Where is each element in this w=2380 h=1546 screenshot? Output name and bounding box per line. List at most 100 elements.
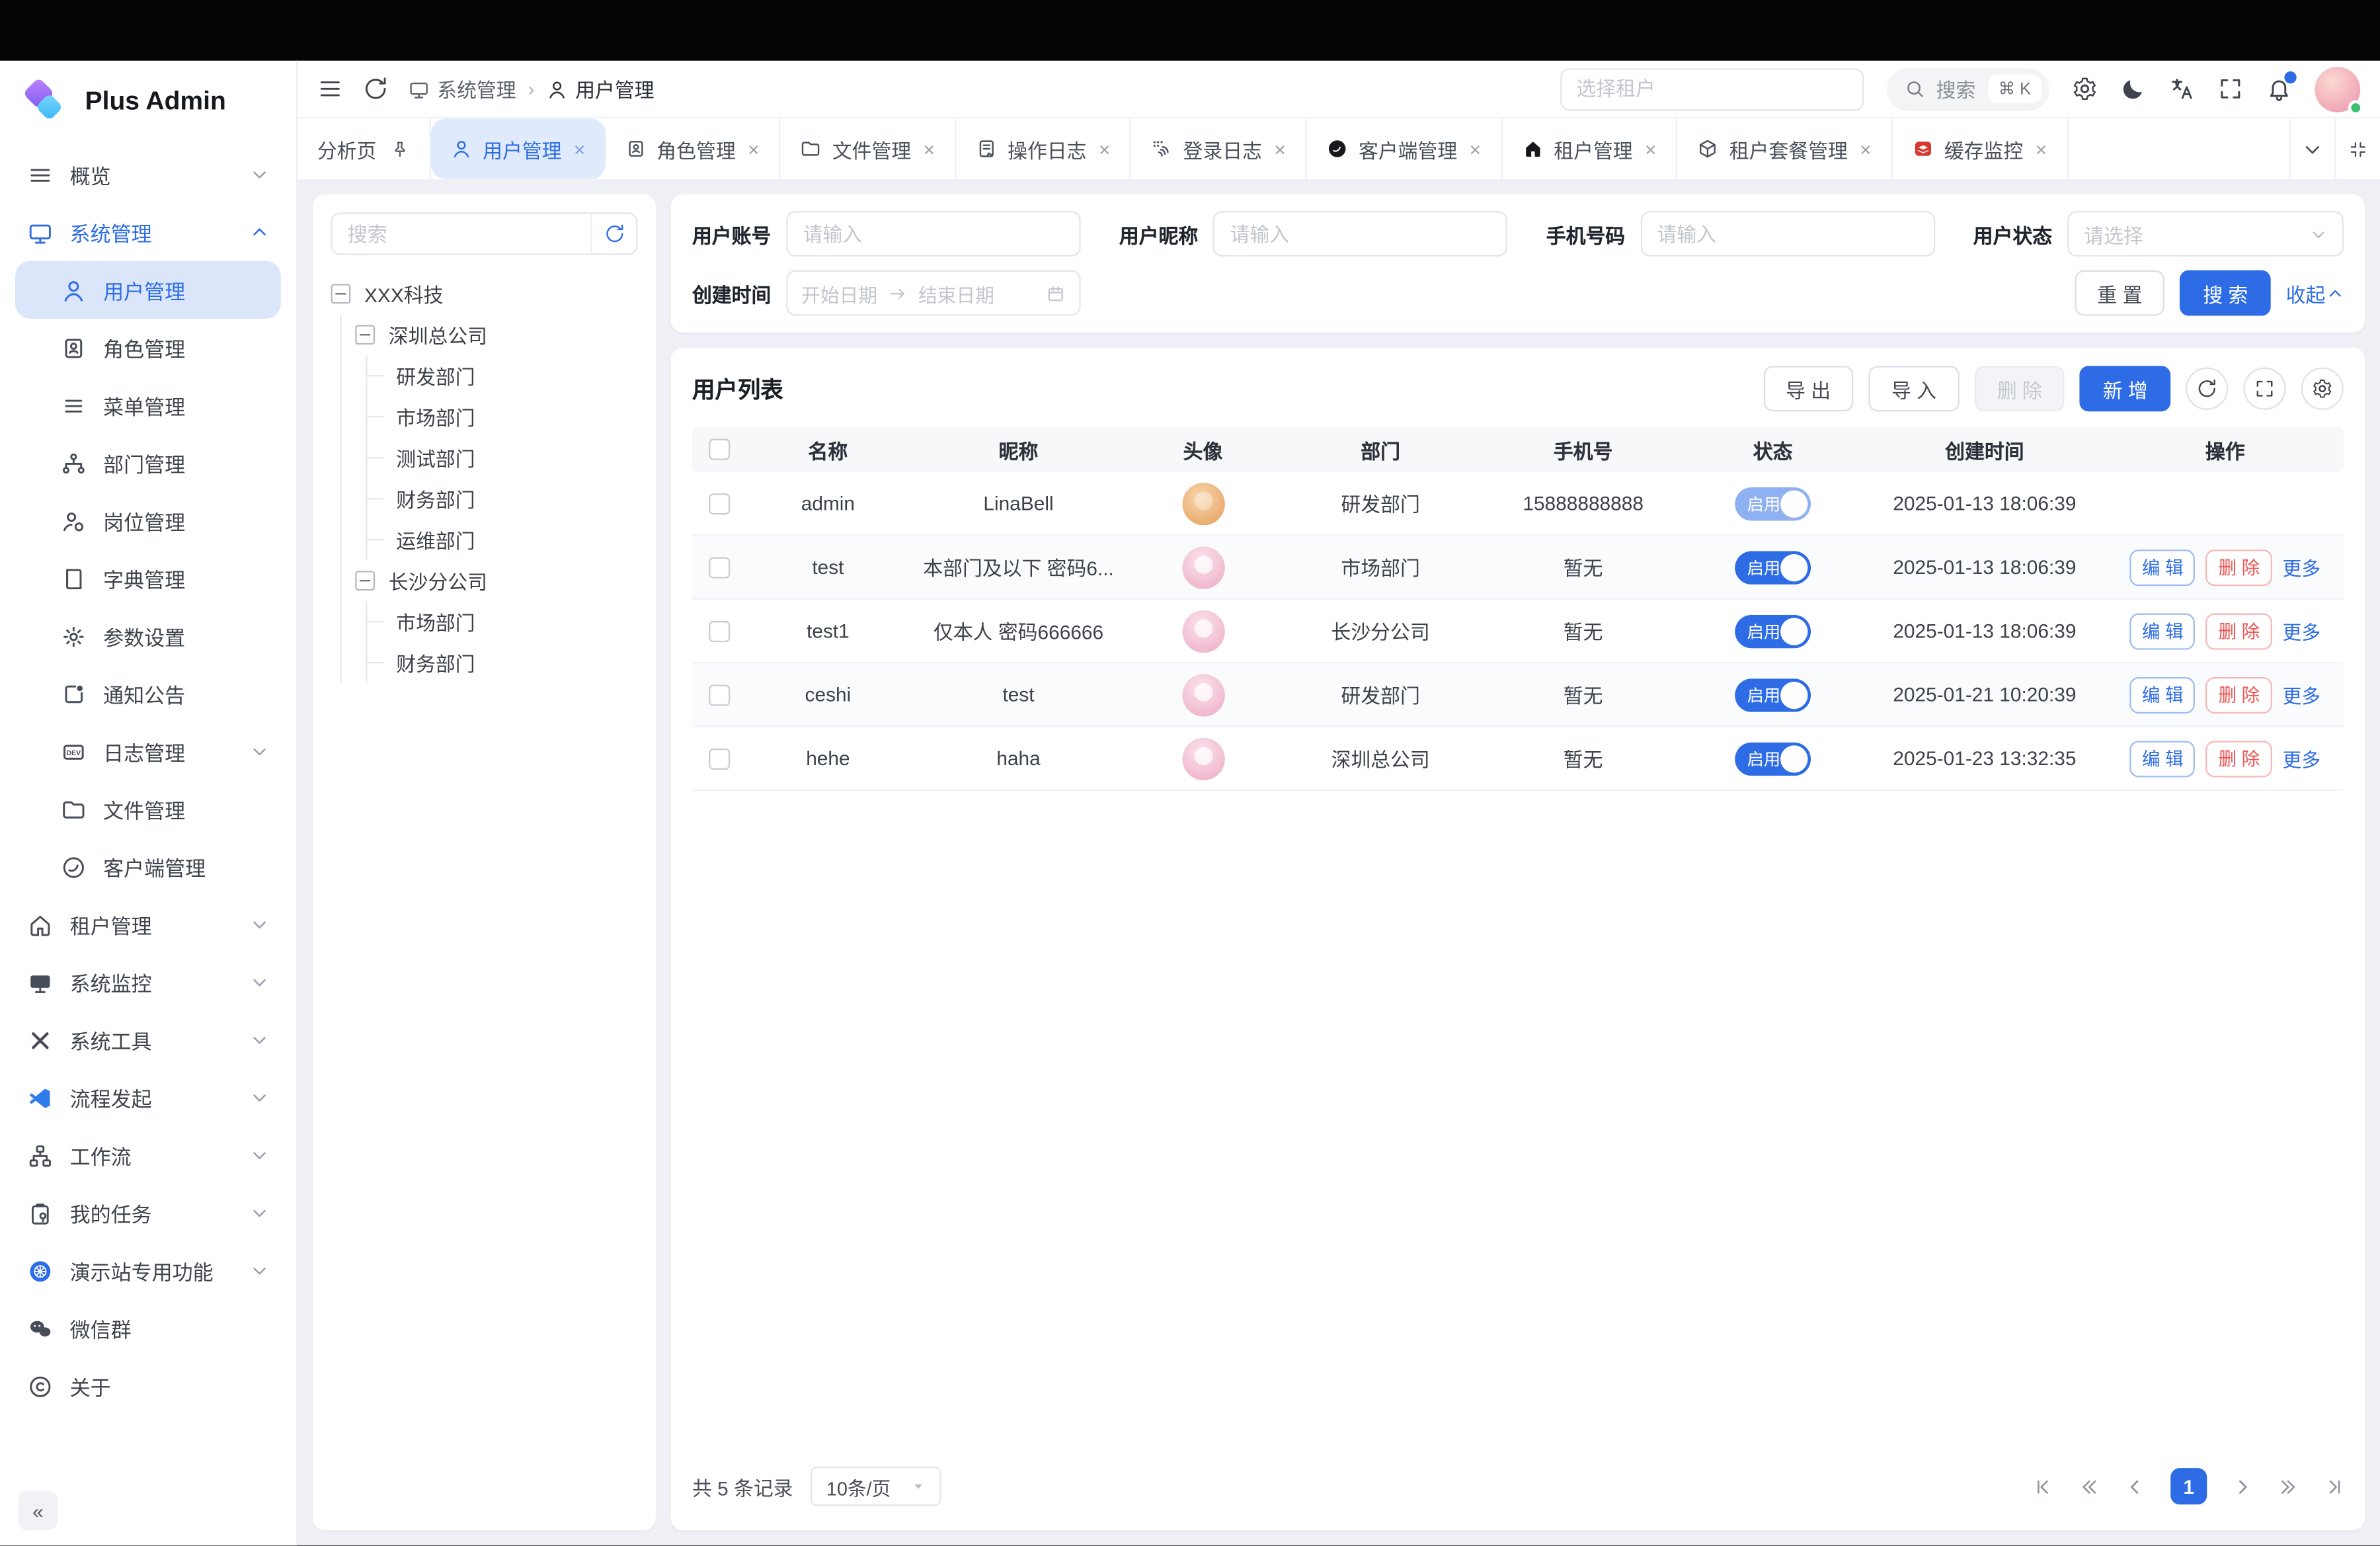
tree-leaf-财务部门[interactable]: 财务部门 [368, 642, 638, 683]
tenant-select-input[interactable] [1560, 67, 1863, 110]
tab-文件管理[interactable]: 文件管理× [781, 118, 956, 179]
refresh-icon[interactable] [363, 76, 389, 102]
sidebar-item-客户端管理[interactable]: 客户端管理 [15, 838, 281, 895]
date-range-input[interactable]: 开始日期 结束日期 [786, 270, 1080, 316]
tree-node-深圳总公司[interactable]: 深圳总公司 [355, 314, 637, 355]
gear-icon[interactable] [2072, 76, 2098, 102]
sidebar-item-流程发起[interactable]: 流程发起 [15, 1069, 281, 1126]
table-fullscreen-icon[interactable] [2243, 368, 2285, 410]
sidebar-collapse-button[interactable]: « [19, 1491, 58, 1531]
tree-leaf-研发部门[interactable]: 研发部门 [368, 355, 638, 396]
tab-close-icon[interactable]: × [748, 139, 759, 159]
select-all-checkbox[interactable] [709, 439, 730, 460]
filter-input-用户账号[interactable] [786, 211, 1080, 257]
edit-button[interactable]: 编 辑 [2129, 549, 2196, 585]
tab-close-icon[interactable]: × [1470, 139, 1481, 159]
tree-expander-icon[interactable] [355, 325, 375, 345]
tab-租户管理[interactable]: 租户管理× [1502, 118, 1677, 179]
tab-close-icon[interactable]: × [1099, 139, 1110, 159]
tree-refresh-icon[interactable] [590, 214, 636, 254]
current-page-button[interactable]: 1 [2170, 1468, 2207, 1504]
sidebar-item-微信群[interactable]: 微信群 [15, 1299, 281, 1357]
more-button[interactable]: 更多 [2283, 553, 2320, 582]
tab-fullscreen-icon[interactable] [2334, 118, 2380, 179]
tab-操作日志[interactable]: 操作日志× [956, 118, 1131, 179]
tab-list-chevron-icon[interactable] [2289, 118, 2334, 179]
sidebar-item-系统监控[interactable]: 系统监控 [15, 954, 281, 1011]
sidebar-item-我的任务[interactable]: 我的任务 [15, 1184, 281, 1242]
reset-button[interactable]: 重 置 [2075, 270, 2165, 316]
tab-close-icon[interactable]: × [1860, 139, 1871, 159]
sidebar-item-参数设置[interactable]: 参数设置 [15, 607, 281, 665]
notifications-bell-icon[interactable] [2266, 76, 2292, 102]
row-checkbox[interactable] [709, 748, 730, 769]
export-button[interactable]: 导 出 [1763, 366, 1854, 411]
translate-icon[interactable] [2169, 76, 2195, 102]
next-page-icon[interactable] [2233, 1477, 2252, 1496]
tab-close-icon[interactable]: × [574, 139, 585, 159]
prev-pages-icon[interactable] [2079, 1477, 2099, 1496]
sidebar-item-概览[interactable]: 概览 [15, 145, 281, 203]
tree-leaf-运维部门[interactable]: 运维部门 [368, 519, 638, 560]
more-button[interactable]: 更多 [2283, 680, 2320, 710]
tab-登录日志[interactable]: 登录日志× [1132, 118, 1307, 179]
table-settings-icon[interactable] [2301, 368, 2344, 410]
delete-row-button[interactable]: 删 除 [2206, 740, 2272, 776]
tab-租户套餐管理[interactable]: 租户套餐管理× [1678, 118, 1893, 179]
tree-leaf-市场部门[interactable]: 市场部门 [368, 601, 638, 642]
tab-close-icon[interactable]: × [1274, 139, 1285, 159]
filter-select-用户状态[interactable]: 请选择 [2067, 211, 2344, 257]
global-search[interactable]: 搜索 ⌘ K [1886, 67, 2049, 110]
first-page-icon[interactable] [2034, 1477, 2054, 1496]
sidebar-item-系统管理[interactable]: 系统管理 [15, 204, 281, 261]
tab-分析页[interactable]: 分析页 [298, 118, 431, 179]
edit-button[interactable]: 编 辑 [2129, 676, 2196, 713]
search-button[interactable]: 搜 索 [2180, 270, 2271, 316]
tree-leaf-财务部门[interactable]: 财务部门 [368, 478, 638, 519]
tab-close-icon[interactable]: × [923, 139, 934, 159]
sidebar-item-文件管理[interactable]: 文件管理 [15, 780, 281, 838]
sidebar-item-系统工具[interactable]: 系统工具 [15, 1011, 281, 1069]
more-button[interactable]: 更多 [2283, 616, 2320, 645]
tree-leaf-市场部门[interactable]: 市场部门 [368, 396, 638, 437]
tab-close-icon[interactable]: × [2036, 139, 2047, 159]
sidebar-item-岗位管理[interactable]: 岗位管理 [15, 492, 281, 549]
page-size-select[interactable]: 10条/页 [811, 1467, 941, 1506]
status-toggle[interactable]: 启用 [1735, 487, 1811, 520]
delete-row-button[interactable]: 删 除 [2206, 549, 2272, 585]
sidebar-item-角色管理[interactable]: 角色管理 [15, 319, 281, 376]
status-toggle[interactable]: 启用 [1735, 614, 1811, 648]
row-checkbox[interactable] [709, 684, 730, 705]
sidebar-item-字典管理[interactable]: 字典管理 [15, 549, 281, 607]
tab-角色管理[interactable]: 角色管理× [605, 118, 780, 179]
delete-button[interactable]: 删 除 [1974, 366, 2065, 411]
delete-row-button[interactable]: 删 除 [2206, 676, 2272, 713]
status-toggle[interactable]: 启用 [1735, 678, 1811, 712]
user-avatar[interactable] [2315, 66, 2360, 112]
sidebar-item-用户管理[interactable]: 用户管理 [15, 261, 281, 319]
sidebar-item-租户管理[interactable]: 租户管理 [15, 896, 281, 954]
tree-search-input[interactable] [333, 214, 590, 254]
filter-input-手机号码[interactable] [1640, 211, 1934, 257]
sidebar-item-通知公告[interactable]: 通知公告 [15, 665, 281, 723]
prev-page-icon[interactable] [2125, 1477, 2145, 1496]
add-button[interactable]: 新 增 [2080, 366, 2170, 411]
tab-close-icon[interactable]: × [1645, 139, 1656, 159]
last-page-icon[interactable] [2324, 1477, 2344, 1496]
delete-row-button[interactable]: 删 除 [2206, 612, 2272, 649]
status-toggle[interactable]: 启用 [1735, 550, 1811, 584]
hamburger-icon[interactable] [317, 76, 343, 102]
filter-input-用户昵称[interactable] [1213, 211, 1507, 257]
sidebar-item-工作流[interactable]: 工作流 [15, 1127, 281, 1184]
tree-expander-icon[interactable] [331, 284, 351, 304]
row-checkbox[interactable] [709, 556, 730, 577]
tree-leaf-测试部门[interactable]: 测试部门 [368, 437, 638, 478]
import-button[interactable]: 导 入 [1869, 366, 1960, 411]
tab-用户管理[interactable]: 用户管理× [431, 118, 605, 179]
status-toggle[interactable]: 启用 [1735, 742, 1811, 776]
sidebar-item-关于[interactable]: 关于 [15, 1358, 281, 1415]
tree-expander-icon[interactable] [355, 571, 375, 590]
sidebar-item-日志管理[interactable]: DEV日志管理 [15, 723, 281, 780]
edit-button[interactable]: 编 辑 [2129, 612, 2196, 649]
tree-node-长沙分公司[interactable]: 长沙分公司 [355, 560, 637, 601]
